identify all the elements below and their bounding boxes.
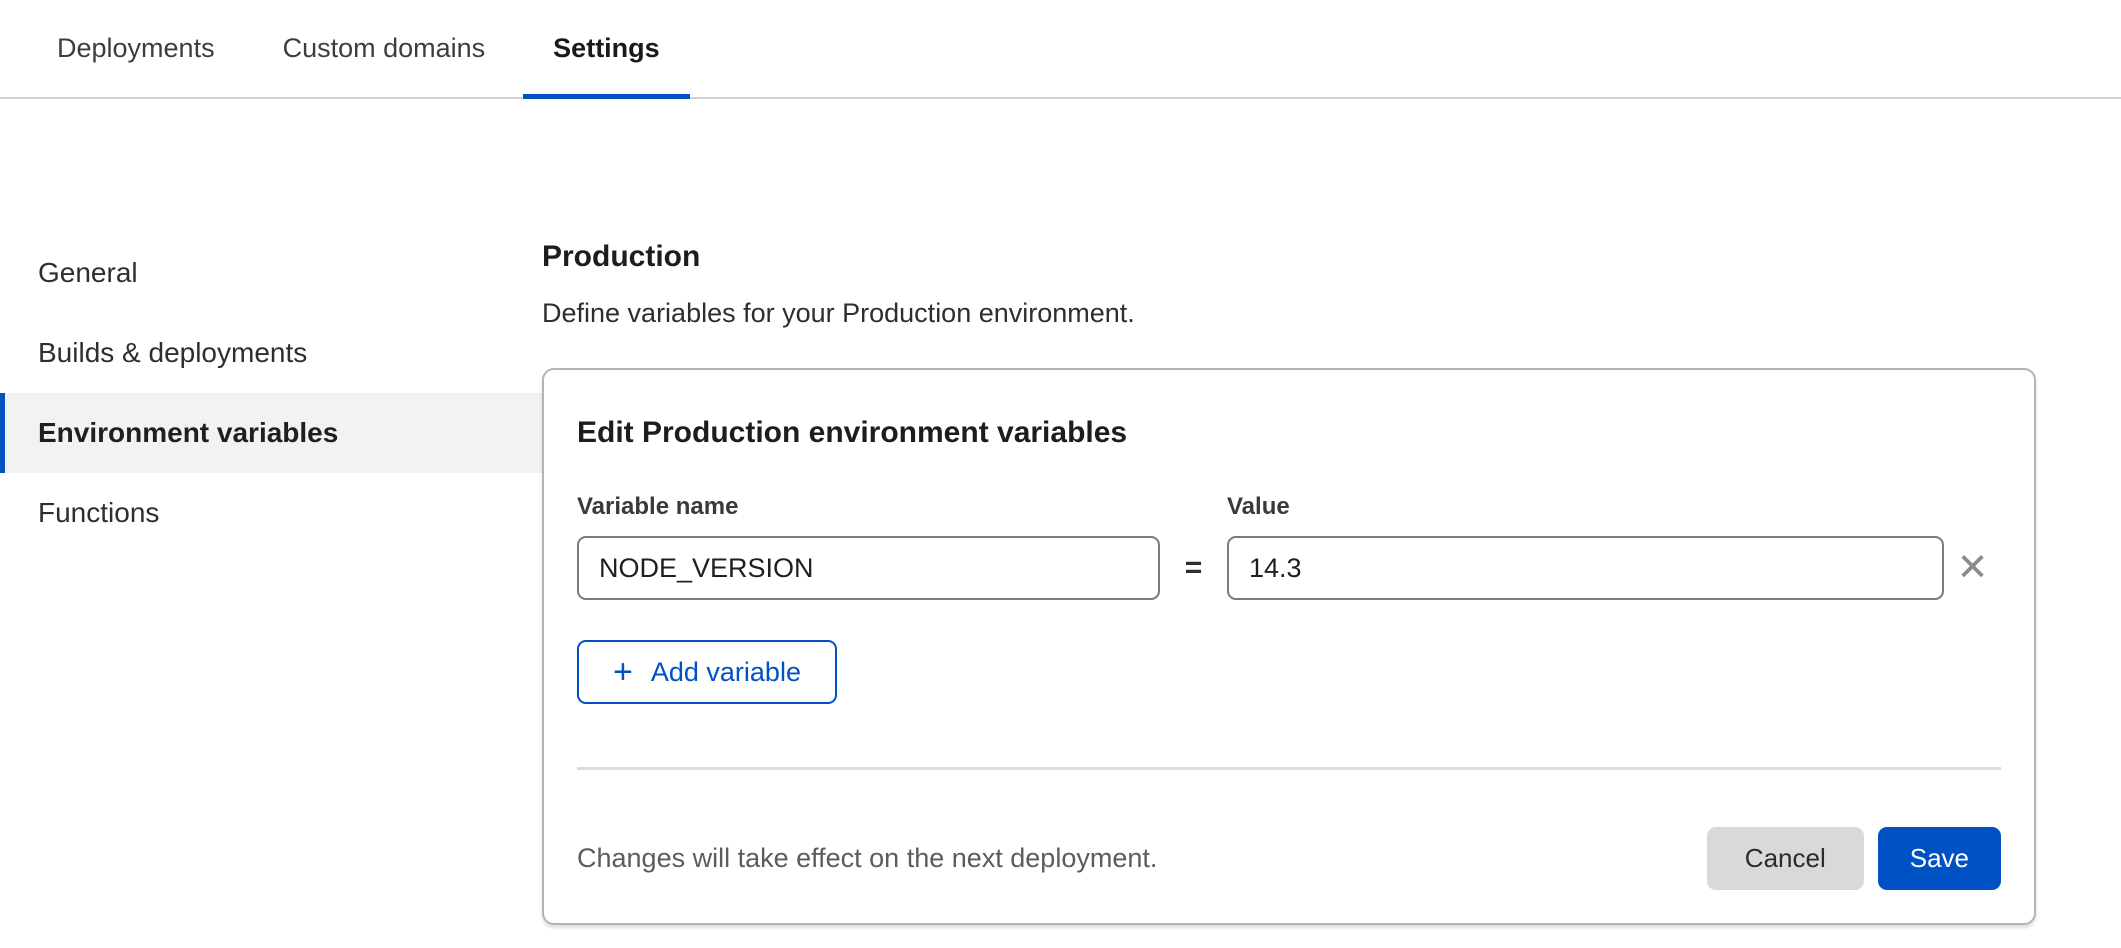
footer-actions: Cancel Save xyxy=(1707,827,2001,890)
save-button[interactable]: Save xyxy=(1878,827,2001,890)
remove-variable-icon[interactable]: ✕ xyxy=(1957,549,1989,587)
card-heading: Edit Production environment variables xyxy=(577,412,2001,454)
sidebar-item-functions[interactable]: Functions xyxy=(0,473,542,553)
card-divider xyxy=(577,767,2001,770)
equals-sign: = xyxy=(1160,551,1227,585)
tab-custom-domains[interactable]: Custom domains xyxy=(253,0,516,97)
deployment-note: Changes will take effect on the next dep… xyxy=(577,843,1157,874)
value-label: Value xyxy=(1227,492,1944,522)
add-variable-button[interactable]: + Add variable xyxy=(577,640,837,704)
variable-value-input[interactable] xyxy=(1227,536,1944,600)
page-description: Define variables for your Production env… xyxy=(542,295,2099,331)
page-title: Production xyxy=(542,237,2099,277)
cancel-button[interactable]: Cancel xyxy=(1707,827,1864,890)
remove-variable-cell: ✕ xyxy=(1944,549,2001,587)
variable-name-input[interactable] xyxy=(577,536,1160,600)
tab-bar: Deployments Custom domains Settings xyxy=(0,0,2121,99)
settings-sidebar: General Builds & deployments Environment… xyxy=(0,99,542,553)
field-labels-row: Variable name Value xyxy=(577,492,2001,522)
card-footer: Changes will take effect on the next dep… xyxy=(577,827,2001,890)
sidebar-item-builds-deployments[interactable]: Builds & deployments xyxy=(0,313,542,393)
content-area: General Builds & deployments Environment… xyxy=(0,99,2121,925)
plus-icon: + xyxy=(613,655,633,689)
variable-name-label: Variable name xyxy=(577,492,1160,522)
tab-settings[interactable]: Settings xyxy=(523,0,690,97)
tab-deployments[interactable]: Deployments xyxy=(27,0,245,97)
main-panel: Production Define variables for your Pro… xyxy=(542,99,2121,925)
environment-variables-card: Edit Production environment variables Va… xyxy=(542,368,2036,925)
sidebar-item-general[interactable]: General xyxy=(0,233,542,313)
page: Deployments Custom domains Settings Gene… xyxy=(0,0,2121,948)
add-variable-label: Add variable xyxy=(651,657,801,688)
variable-row: = ✕ xyxy=(577,536,2001,600)
sidebar-item-environment-variables[interactable]: Environment variables xyxy=(0,393,542,473)
